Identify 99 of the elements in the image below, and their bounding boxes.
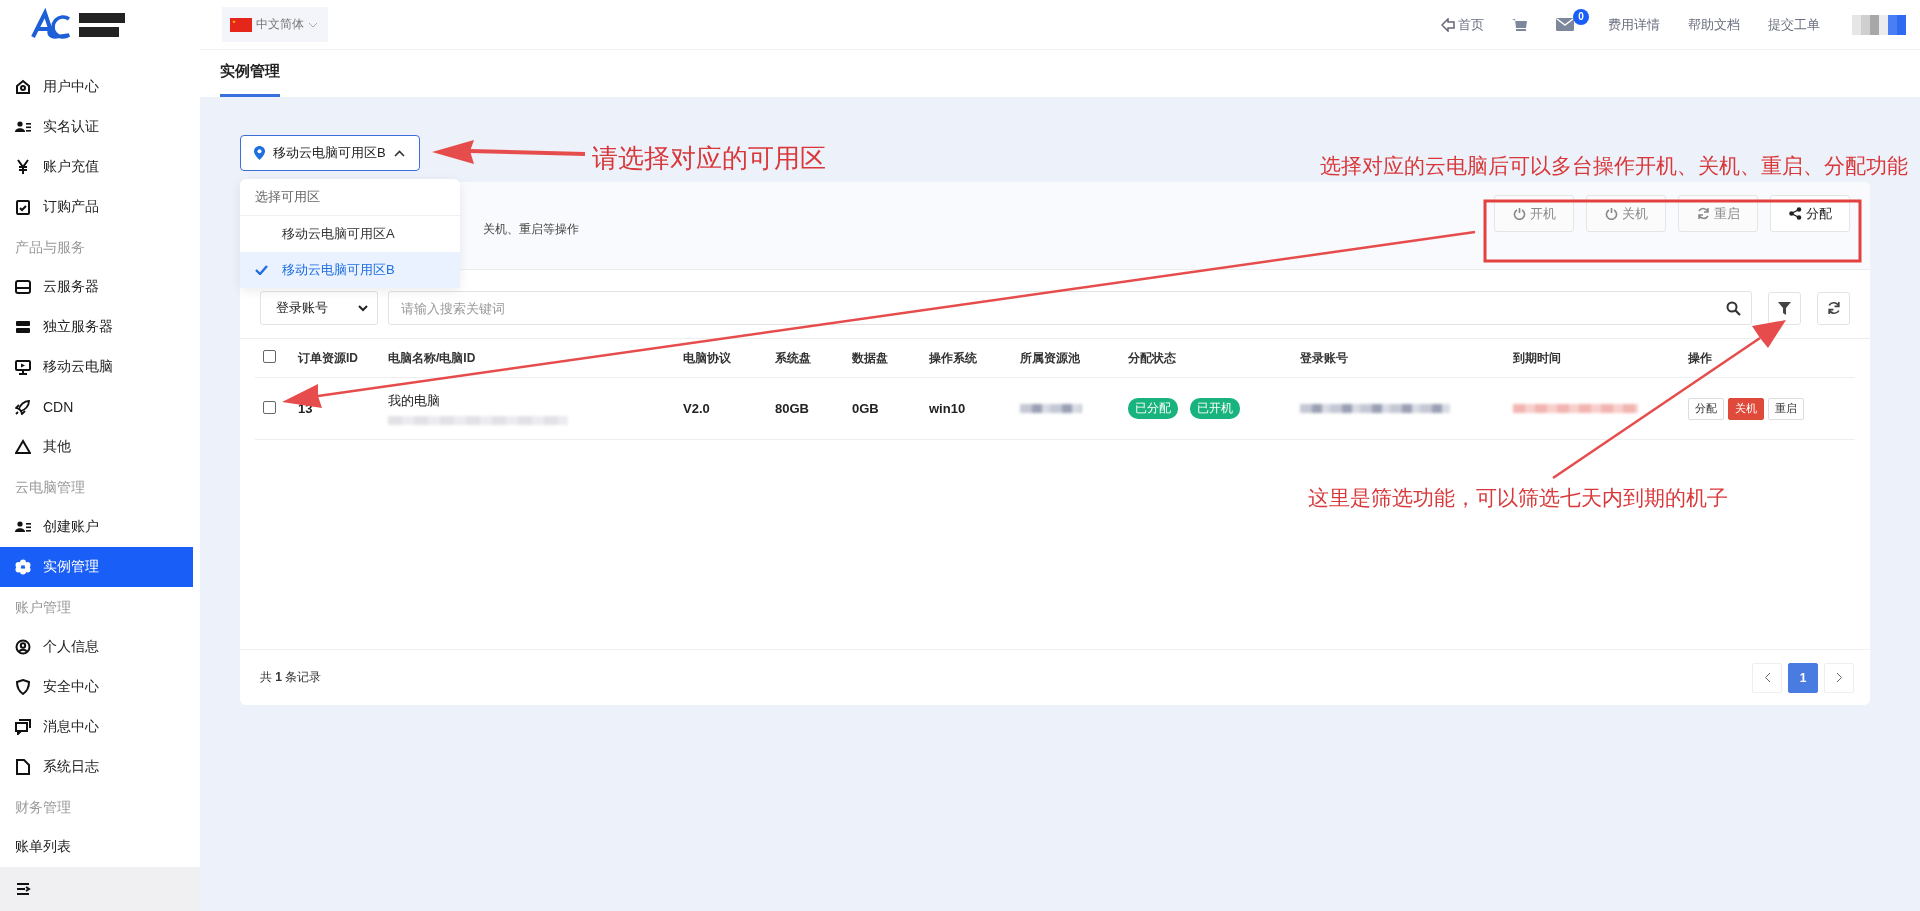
row-action-button[interactable]: 重启 bbox=[1768, 397, 1804, 420]
notification-badge: 0 bbox=[1573, 9, 1589, 25]
sidebar-item[interactable]: 系统日志 bbox=[0, 747, 200, 787]
column-header: 所属资源池 bbox=[1020, 339, 1128, 378]
home-link[interactable]: 首页 bbox=[1441, 15, 1484, 34]
column-header: 系统盘 bbox=[775, 339, 852, 378]
refresh-icon bbox=[1826, 301, 1841, 315]
chat-icon bbox=[15, 719, 31, 735]
sidebar-item[interactable]: 实名认证 bbox=[0, 107, 200, 147]
shield-icon bbox=[15, 679, 31, 695]
check-icon bbox=[255, 265, 268, 275]
table-cell: 80GB bbox=[775, 377, 852, 440]
record-count: 共 1 条记录 bbox=[260, 669, 322, 686]
card-description: 关机、重启等操作 bbox=[483, 221, 579, 238]
section-heading: 财务管理 bbox=[14, 798, 72, 817]
search-field-select[interactable]: 登录账号 bbox=[260, 291, 378, 325]
column-header: 登录账号 bbox=[1300, 339, 1513, 378]
chevron-left-icon bbox=[1763, 672, 1771, 683]
status-tag: 已分配 bbox=[1128, 398, 1178, 419]
rocket-icon bbox=[15, 399, 31, 415]
file-icon bbox=[15, 759, 31, 775]
row-action-button[interactable]: 分配 bbox=[1688, 397, 1724, 420]
power-icon bbox=[1512, 207, 1526, 220]
column-header: 到期时间 bbox=[1513, 339, 1688, 378]
chevron-down-icon bbox=[358, 304, 368, 312]
sidebar-item[interactable]: 消息中心 bbox=[0, 707, 200, 747]
page-tab[interactable]: 实例管理 bbox=[220, 50, 280, 97]
section-heading: 云电脑管理 bbox=[14, 478, 86, 497]
idcard-icon bbox=[15, 119, 31, 135]
arrow-left-icon bbox=[1441, 17, 1455, 32]
sidebar-item[interactable]: 独立服务器 bbox=[0, 307, 200, 347]
filter-icon bbox=[1778, 301, 1791, 315]
avatar[interactable] bbox=[1852, 14, 1906, 35]
section-heading: 账户管理 bbox=[14, 598, 72, 617]
sidebar-item[interactable]: 实例管理 bbox=[0, 547, 193, 587]
annotation-text: 请选择对应的可用区 bbox=[592, 142, 826, 175]
power-icon bbox=[1604, 207, 1618, 220]
zone-select[interactable]: 移动云电脑可用区B bbox=[240, 135, 420, 171]
chevron-up-icon bbox=[393, 149, 405, 157]
flower-icon bbox=[15, 559, 31, 575]
annotation-text: 选择对应的云电脑后可以多台操作开机、关机、重启、分配功能 bbox=[1320, 153, 1908, 179]
sidebar-item[interactable]: 订购产品 bbox=[0, 187, 200, 227]
computer-name: 我的电脑 bbox=[388, 392, 441, 410]
server-icon bbox=[15, 319, 31, 335]
refresh-button[interactable] bbox=[1817, 291, 1850, 325]
sidebar-item[interactable]: 账单列表 bbox=[0, 827, 200, 867]
mail-icon[interactable] bbox=[1556, 18, 1574, 31]
triangle-icon bbox=[15, 439, 31, 455]
calendar-icon bbox=[15, 199, 31, 215]
cart-icon[interactable] bbox=[1512, 17, 1528, 32]
sidebar-item[interactable]: 账户充值 bbox=[0, 147, 200, 187]
bulk-action-button[interactable]: 分配 bbox=[1770, 195, 1850, 232]
sidebar-item[interactable]: 用户中心 bbox=[0, 67, 200, 107]
column-header: 数据盘 bbox=[852, 339, 929, 378]
language-select[interactable]: 中文简体 bbox=[222, 7, 328, 42]
sidebar-item[interactable]: 云服务器 bbox=[0, 267, 200, 307]
idcard-icon bbox=[15, 519, 31, 535]
annotation-text: 这里是筛选功能，可以筛选七天内到期的机子 bbox=[1308, 485, 1728, 511]
column-header: 电脑协议 bbox=[683, 339, 775, 378]
column-header: 操作系统 bbox=[929, 339, 1020, 378]
flag-icon bbox=[230, 17, 252, 32]
sidebar-item[interactable]: 创建账户 bbox=[0, 507, 200, 547]
sidebar-item[interactable]: 其他 bbox=[0, 427, 200, 467]
share-icon bbox=[1788, 207, 1802, 220]
sidebar-item[interactable]: 移动云电脑 bbox=[0, 347, 200, 387]
table-cell: V2.0 bbox=[683, 377, 775, 440]
home-icon bbox=[15, 79, 31, 95]
header-link[interactable]: 帮助文档 bbox=[1688, 15, 1740, 34]
menu-option[interactable]: 移动云电脑可用区B bbox=[240, 252, 460, 288]
section-heading: 产品与服务 bbox=[14, 238, 86, 257]
redaction-bar bbox=[1020, 404, 1082, 413]
collapse-menu-icon[interactable] bbox=[17, 883, 31, 895]
status-tag: 已开机 bbox=[1190, 398, 1240, 419]
search-field[interactable]: 请输入搜索关键词 bbox=[388, 291, 1752, 325]
table-cell: 0GB bbox=[852, 377, 929, 440]
column-header: 分配状态 bbox=[1128, 339, 1300, 378]
yen-icon bbox=[15, 159, 31, 175]
table-cell: win10 bbox=[929, 377, 1020, 440]
menu-option[interactable]: 移动云电脑可用区A bbox=[240, 216, 460, 252]
location-pin-icon bbox=[254, 146, 265, 160]
column-header: 订单资源ID bbox=[298, 339, 388, 378]
select-all-checkbox[interactable] bbox=[263, 350, 276, 363]
row-action-button[interactable]: 关机 bbox=[1728, 397, 1764, 420]
sidebar-item[interactable]: 个人信息 bbox=[0, 627, 200, 667]
drive-icon bbox=[15, 279, 31, 295]
search-icon bbox=[1726, 301, 1741, 316]
chevron-down-icon bbox=[308, 21, 318, 28]
user-icon bbox=[15, 639, 31, 655]
header-link[interactable]: 费用详情 bbox=[1608, 15, 1660, 34]
header-link[interactable]: 提交工单 bbox=[1768, 15, 1820, 34]
column-header: 电脑名称/电脑ID bbox=[388, 339, 683, 378]
page-button[interactable]: 1 bbox=[1788, 662, 1818, 693]
sidebar-item[interactable]: 安全中心 bbox=[0, 667, 200, 707]
filter-button[interactable] bbox=[1768, 291, 1801, 325]
sidebar-item[interactable]: CDN bbox=[0, 387, 200, 427]
refresh-icon bbox=[1696, 207, 1710, 220]
chevron-right-icon bbox=[1835, 672, 1843, 683]
row-checkbox[interactable] bbox=[263, 400, 276, 414]
monitor-icon bbox=[15, 359, 31, 375]
